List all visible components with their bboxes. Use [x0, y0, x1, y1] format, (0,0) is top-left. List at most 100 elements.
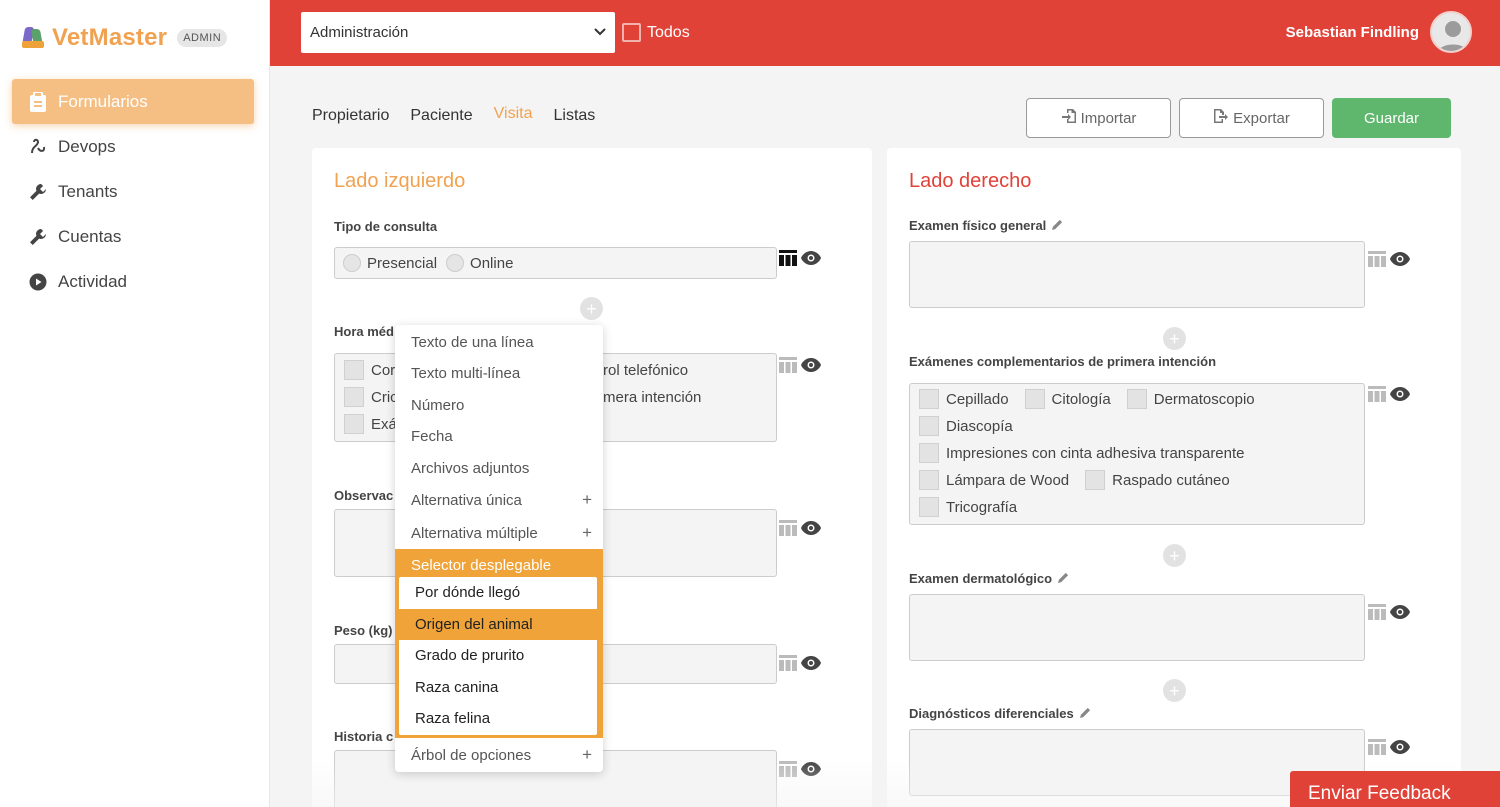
sidebar-item-formularios[interactable]: Formularios [12, 79, 254, 124]
devops-icon [28, 137, 48, 157]
columns-icon[interactable] [778, 518, 800, 543]
checkbox-option[interactable]: Cepillado [919, 389, 1009, 409]
submenu-item[interactable]: Raza felina [399, 703, 597, 734]
pencil-icon[interactable] [1052, 218, 1063, 233]
menu-item[interactable]: Texto multi-línea [395, 359, 603, 387]
tab-paciente[interactable]: Paciente [410, 107, 472, 125]
eye-icon[interactable] [800, 761, 824, 782]
radio-label: Presencial [367, 254, 438, 272]
right-panel: Lado derecho Examen físico general + Exá… [887, 148, 1461, 807]
file-import-icon [1061, 108, 1081, 128]
field-label-examen-derm: Examen dermatológico [909, 571, 1069, 586]
app-name: VetMaster [52, 24, 168, 51]
columns-icon[interactable] [778, 653, 800, 678]
tab-listas[interactable]: Listas [553, 107, 595, 125]
avatar[interactable] [1430, 11, 1472, 53]
checkbox-option[interactable]: Exá [344, 414, 397, 434]
sidebar-nav: Formularios Devops Tenants Cuentas Activ… [12, 79, 254, 304]
submenu-item-highlighted[interactable]: Origen del animal [399, 609, 597, 640]
menu-item[interactable]: Texto de una línea [395, 328, 603, 356]
sidebar-item-label: Cuentas [58, 226, 122, 246]
play-circle-icon [28, 272, 48, 292]
add-field-button[interactable]: + [1163, 544, 1186, 567]
user-menu[interactable]: Sebastian Findling [1286, 11, 1472, 53]
submenu-list: Por dónde llegó Origen del animal Grado … [399, 577, 597, 735]
radio-online[interactable] [446, 254, 465, 272]
menu-item-submenu[interactable]: Alternativa múltiple + [395, 519, 603, 547]
import-button[interactable]: Importar [1026, 98, 1171, 138]
eye-icon[interactable] [1389, 386, 1413, 407]
tab-visita[interactable]: Visita [494, 105, 533, 125]
sidebar-item-label: Devops [58, 136, 116, 156]
export-button[interactable]: Exportar [1179, 98, 1324, 138]
menu-item-selected[interactable]: Selector desplegable Por dónde llegó Ori… [395, 549, 603, 738]
columns-icon[interactable] [778, 759, 800, 784]
logo[interactable]: VetMaster ADMIN [22, 24, 228, 52]
columns-icon[interactable] [778, 355, 800, 380]
save-button[interactable]: Guardar [1332, 98, 1451, 138]
eye-icon[interactable] [1389, 604, 1413, 625]
columns-icon[interactable] [778, 248, 800, 273]
tenant-select[interactable]: Administración [301, 12, 615, 53]
add-field-button[interactable]: + [1163, 679, 1186, 702]
examen-derm-field[interactable] [909, 594, 1365, 661]
submenu-item[interactable]: Grado de prurito [399, 640, 597, 671]
sidebar: VetMaster ADMIN Formularios Devops Tenan… [0, 0, 270, 807]
eye-icon[interactable] [1389, 739, 1413, 760]
checkbox-option[interactable]: Tricografía [919, 497, 1017, 517]
sidebar-item-tenants[interactable]: Tenants [12, 169, 254, 214]
radio-presencial[interactable] [343, 254, 361, 272]
pencil-icon[interactable] [1058, 571, 1069, 586]
plus-icon: + [582, 745, 592, 764]
top-bar: Administración Todos Sebastian Findling [270, 0, 1500, 66]
field-label-tipo-consulta: Tipo de consulta [334, 219, 438, 234]
checkbox-option[interactable]: Lámpara de Wood [919, 470, 1069, 490]
eye-icon[interactable] [1389, 251, 1413, 272]
field-label-text: Examen físico general [909, 218, 1047, 233]
sidebar-item-actividad[interactable]: Actividad [12, 259, 254, 304]
columns-icon[interactable] [1367, 602, 1389, 627]
clipboard-icon [28, 91, 48, 112]
checkbox-option-label: mera intención [603, 389, 702, 406]
checkbox-option[interactable]: Raspado cutáneo [1085, 470, 1230, 490]
eye-icon[interactable] [800, 250, 824, 271]
field-label-observaciones: Observac [334, 488, 394, 503]
menu-item[interactable]: Fecha [395, 422, 603, 450]
wrench-icon [28, 227, 48, 247]
menu-item-label: Alternativa múltiple [411, 524, 538, 542]
add-field-button[interactable]: + [580, 297, 603, 320]
columns-icon[interactable] [1367, 384, 1389, 409]
checkbox[interactable] [622, 23, 641, 42]
sidebar-item-devops[interactable]: Devops [12, 124, 254, 169]
examen-fisico-field[interactable] [909, 241, 1365, 308]
checkbox-option[interactable]: Cor [344, 360, 395, 380]
checkbox-option[interactable]: Cric [344, 387, 398, 407]
eye-icon[interactable] [800, 655, 824, 676]
menu-item[interactable]: Número [395, 391, 603, 419]
tab-propietario[interactable]: Propietario [312, 107, 389, 125]
checkbox-option[interactable]: Impresiones con cinta adhesiva transpare… [919, 443, 1245, 463]
pencil-icon[interactable] [1079, 706, 1091, 721]
todos-checkbox[interactable]: Todos [622, 23, 690, 42]
logo-icon [22, 25, 44, 51]
eye-icon[interactable] [800, 357, 824, 378]
menu-item-submenu[interactable]: Alternativa única + [395, 486, 603, 514]
checkbox-option[interactable]: Diascopía [919, 416, 1013, 436]
checkbox-option[interactable]: Citología [1024, 389, 1111, 409]
menu-item-label: Árbol de opciones [411, 746, 532, 764]
submenu-item[interactable]: Raza canina [399, 672, 597, 703]
checkbox-option[interactable]: Dermatoscopio [1126, 389, 1255, 409]
submenu-item[interactable]: Por dónde llegó [399, 577, 597, 608]
feedback-button[interactable]: Enviar Feedback [1290, 771, 1500, 807]
sidebar-item-cuentas[interactable]: Cuentas [12, 214, 254, 259]
add-field-button[interactable]: + [1163, 327, 1186, 350]
menu-item[interactable]: Archivos adjuntos [395, 454, 603, 482]
columns-icon[interactable] [1367, 249, 1389, 274]
field-label-peso: Peso (kg) [334, 623, 393, 638]
field-label-diagnosticos: Diagnósticos diferenciales [909, 706, 1091, 721]
menu-item-submenu[interactable]: Árbol de opciones + [395, 741, 603, 769]
field-controls [778, 759, 824, 784]
columns-icon[interactable] [1367, 737, 1389, 762]
field-controls [778, 248, 824, 273]
eye-icon[interactable] [800, 520, 824, 541]
